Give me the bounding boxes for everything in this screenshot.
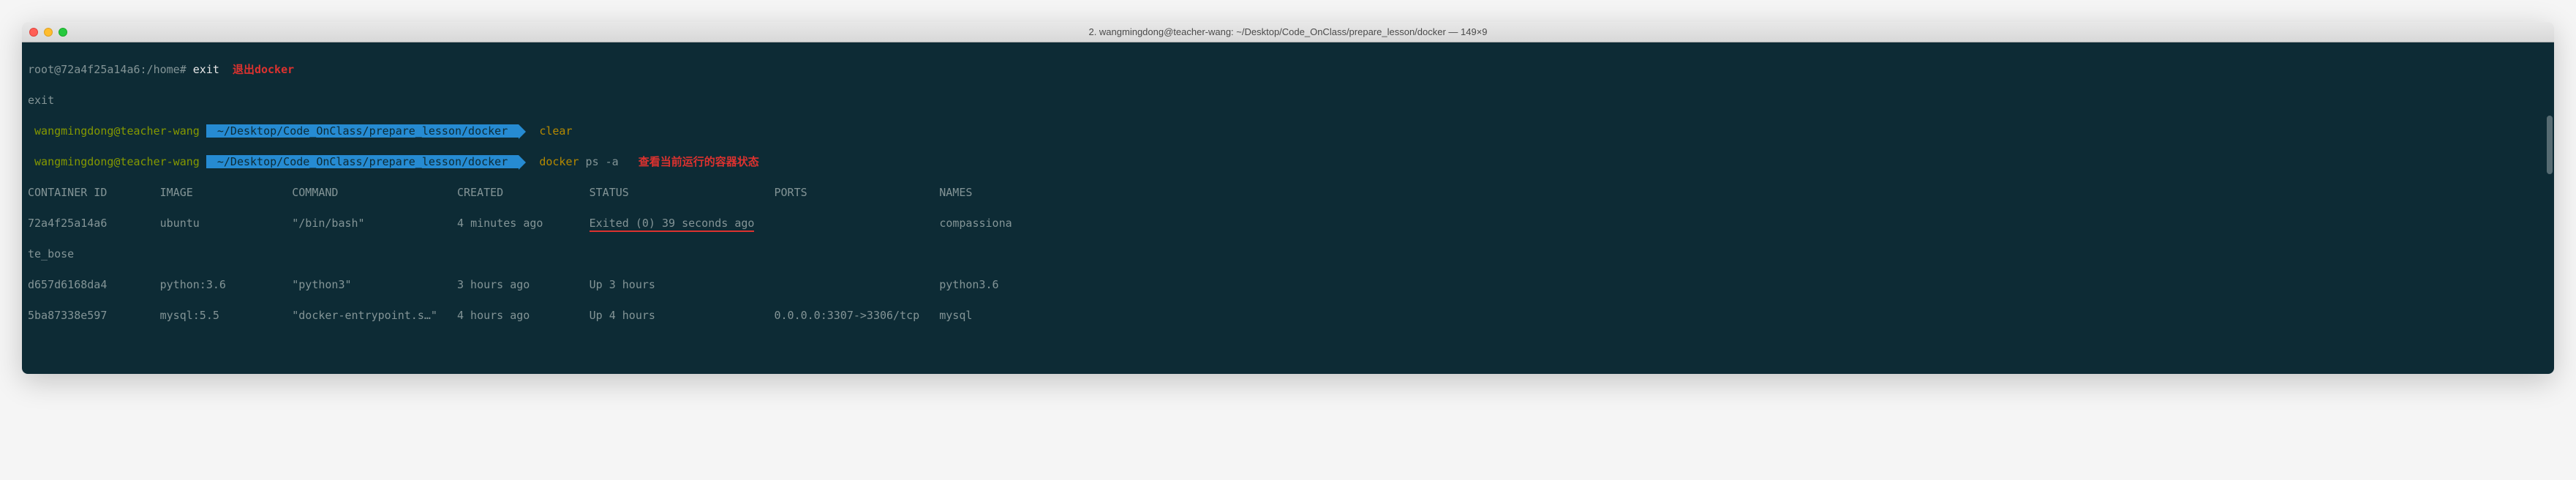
prompt-user: wangmingdong@teacher-wang: [28, 124, 206, 138]
command-args: ps -a: [579, 155, 619, 168]
command-text: docker: [526, 155, 579, 168]
minimize-icon[interactable]: [44, 28, 53, 37]
table-row: d657d6168da4 python:3.6 "python3" 3 hour…: [28, 277, 2548, 293]
cell-names: compassiona: [939, 217, 1012, 230]
terminal-line: wangmingdong@teacher-wang ~/Desktop/Code…: [28, 154, 2548, 170]
table-header: CONTAINER ID IMAGE COMMAND CREATED STATU…: [28, 185, 2548, 200]
terminal-body[interactable]: root@72a4f25a14a6:/home# exit 退出docker e…: [22, 42, 2554, 374]
prompt-user: wangmingdong@teacher-wang: [28, 155, 206, 168]
terminal-line: wangmingdong@teacher-wang ~/Desktop/Code…: [28, 124, 2548, 139]
annotation: 退出docker: [219, 63, 294, 76]
prompt-path: ~/Desktop/Code_OnClass/prepare_lesson/do…: [206, 124, 519, 138]
terminal-window: 2. wangmingdong@teacher-wang: ~/Desktop/…: [22, 22, 2554, 374]
cell-container-id: 72a4f25a14a6: [28, 217, 160, 230]
output-text: exit: [28, 94, 54, 107]
annotation: 查看当前运行的容器状态: [619, 155, 759, 168]
table-row: 72a4f25a14a6 ubuntu "/bin/bash" 4 minute…: [28, 216, 2548, 231]
terminal-line: exit: [28, 93, 2548, 108]
title-bar[interactable]: 2. wangmingdong@teacher-wang: ~/Desktop/…: [22, 22, 2554, 42]
prompt-path: ~/Desktop/Code_OnClass/prepare_lesson/do…: [206, 155, 519, 168]
close-icon[interactable]: [29, 28, 38, 37]
scrollbar[interactable]: [2547, 116, 2553, 174]
cell-created: 4 minutes ago: [457, 217, 590, 230]
command-text: exit: [193, 63, 219, 76]
maximize-icon[interactable]: [59, 28, 67, 37]
terminal-line: root@72a4f25a14a6:/home# exit 退出docker: [28, 62, 2548, 78]
table-row: 5ba87338e597 mysql:5.5 "docker-entrypoin…: [28, 308, 2548, 323]
window-title: 2. wangmingdong@teacher-wang: ~/Desktop/…: [1088, 26, 1487, 37]
cell-image: ubuntu: [160, 217, 293, 230]
command-text: clear: [526, 124, 572, 138]
chevron-right-icon: [519, 124, 526, 139]
prompt: root@72a4f25a14a6:/home#: [28, 63, 193, 76]
cell-ports: [754, 217, 939, 230]
cell-status: Exited (0) 39 seconds ago: [590, 217, 755, 232]
table-row-wrap: te_bose: [28, 247, 2548, 262]
chevron-right-icon: [519, 155, 526, 170]
traffic-lights: [29, 28, 67, 37]
cell-command: "/bin/bash": [292, 217, 457, 230]
